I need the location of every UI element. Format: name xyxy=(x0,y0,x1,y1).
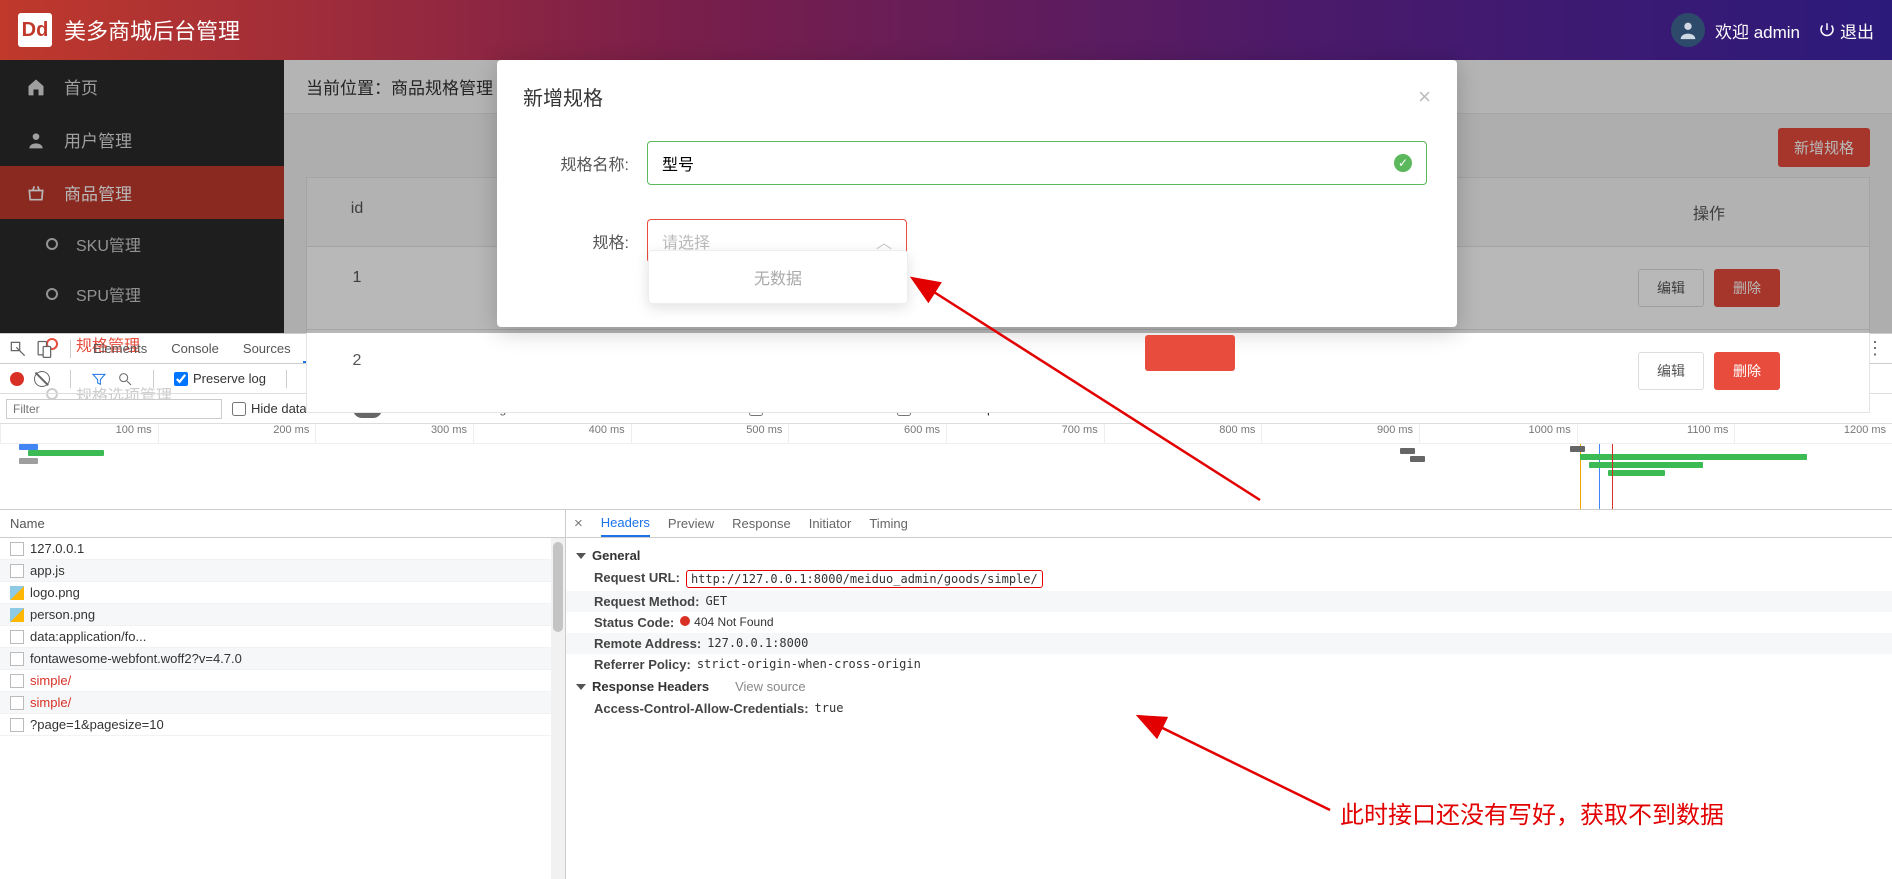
label-spec-name: 规格名称: xyxy=(537,151,647,175)
kv-status-code: Status Code: 404 Not Found xyxy=(566,612,1892,633)
logout-button[interactable]: 退出 xyxy=(1818,18,1874,43)
file-icon xyxy=(10,674,24,688)
request-name: fontawesome-webfont.woff2?v=4.7.0 xyxy=(30,651,242,666)
request-row[interactable]: simple/ xyxy=(0,670,565,692)
preserve-log-checkbox[interactable]: Preserve log xyxy=(174,371,266,386)
request-name: simple/ xyxy=(30,673,71,688)
modal-title: 新增规格 xyxy=(523,82,603,111)
user-icon xyxy=(1677,19,1699,41)
dtab-response[interactable]: Response xyxy=(732,511,791,536)
power-icon xyxy=(1818,21,1836,39)
request-row[interactable]: fontawesome-webfont.woff2?v=4.7.0 xyxy=(0,648,565,670)
request-list: Name 127.0.0.1 app.js logo.png person.png da… xyxy=(0,510,566,879)
dtab-headers[interactable]: Headers xyxy=(601,510,650,537)
dtab-timing[interactable]: Timing xyxy=(869,511,908,536)
section-general[interactable]: General xyxy=(566,544,1892,567)
inspect-icon[interactable] xyxy=(8,339,28,359)
modal-close-button[interactable]: × xyxy=(1418,84,1431,110)
reqlist-header[interactable]: Name xyxy=(0,510,565,538)
kv-acac: Access-Control-Allow-Credentials: true xyxy=(566,698,1892,719)
delete-button[interactable]: 删除 xyxy=(1714,352,1780,390)
request-name: simple/ xyxy=(30,695,71,710)
app-logo: Dd xyxy=(18,13,52,47)
section-response-headers[interactable]: Response Headers View source xyxy=(566,675,1892,698)
table-row: 2 编辑 删除 xyxy=(307,330,1869,412)
tab-sources[interactable]: Sources xyxy=(231,335,303,362)
file-icon xyxy=(10,696,24,710)
avatar[interactable] xyxy=(1671,13,1705,47)
tab-console[interactable]: Console xyxy=(159,335,231,362)
device-icon[interactable] xyxy=(34,339,54,359)
dtab-initiator[interactable]: Initiator xyxy=(809,511,852,536)
request-row[interactable]: ?page=1&pagesize=10 xyxy=(0,714,565,736)
add-spec-modal: 新增规格 × 规格名称: ✓ 规格: 请选择 ︿ xyxy=(497,60,1457,327)
tab-elements[interactable]: Elements xyxy=(81,335,159,362)
spec-name-input[interactable] xyxy=(662,154,1394,172)
valid-icon: ✓ xyxy=(1394,154,1412,172)
filter-icon[interactable] xyxy=(91,371,107,387)
scrollbar[interactable] xyxy=(551,538,565,879)
file-icon xyxy=(10,586,24,600)
request-name: person.png xyxy=(30,607,95,622)
record-button[interactable] xyxy=(10,372,24,386)
kv-remote-address: Remote Address: 127.0.0.1:8000 xyxy=(566,633,1892,654)
file-icon xyxy=(10,608,24,622)
request-row[interactable]: 127.0.0.1 xyxy=(0,538,565,560)
kv-request-url: Request URL: http://127.0.0.1:8000/meidu… xyxy=(566,567,1892,591)
request-name: logo.png xyxy=(30,585,80,600)
app-header: Dd 美多商城后台管理 欢迎 admin 退出 xyxy=(0,0,1892,60)
spec-name-input-wrap: ✓ xyxy=(647,141,1427,185)
request-row[interactable]: person.png xyxy=(0,604,565,626)
welcome-text: 欢迎 admin xyxy=(1715,18,1800,43)
network-waterfall[interactable]: 100 ms 200 ms 300 ms 400 ms 500 ms 600 m… xyxy=(0,424,1892,510)
file-icon xyxy=(10,630,24,644)
filter-input[interactable] xyxy=(6,399,222,419)
request-url-value: http://127.0.0.1:8000/meiduo_admin/goods… xyxy=(686,570,1043,588)
request-name: app.js xyxy=(30,563,65,578)
request-row[interactable]: data:application/fo... xyxy=(0,626,565,648)
app-title: 美多商城后台管理 xyxy=(64,14,240,46)
file-icon xyxy=(10,718,24,732)
file-icon xyxy=(10,564,24,578)
search-icon[interactable] xyxy=(117,371,133,387)
clear-button[interactable] xyxy=(34,371,50,387)
modal-submit-button[interactable] xyxy=(1145,335,1235,371)
select-dropdown: 无数据 xyxy=(648,250,908,304)
annotation-text: 此时接口还没有写好，获取不到数据 xyxy=(1340,795,1724,830)
file-icon xyxy=(10,542,24,556)
request-name: ?page=1&pagesize=10 xyxy=(30,717,164,732)
dtab-preview[interactable]: Preview xyxy=(668,511,714,536)
label-spec: 规格: xyxy=(537,229,647,253)
request-name: data:application/fo... xyxy=(30,629,146,644)
file-icon xyxy=(10,652,24,666)
edit-button[interactable]: 编辑 xyxy=(1638,352,1704,390)
kv-referrer-policy: Referrer Policy: strict-origin-when-cros… xyxy=(566,654,1892,675)
request-row[interactable]: app.js xyxy=(0,560,565,582)
kv-request-method: Request Method: GET xyxy=(566,591,1892,612)
request-row[interactable]: simple/ xyxy=(0,692,565,714)
detail-close-button[interactable]: × xyxy=(574,515,583,532)
status-dot-icon xyxy=(680,616,690,626)
view-source-link[interactable]: View source xyxy=(735,679,806,694)
request-row[interactable]: logo.png xyxy=(0,582,565,604)
request-name: 127.0.0.1 xyxy=(30,541,84,556)
